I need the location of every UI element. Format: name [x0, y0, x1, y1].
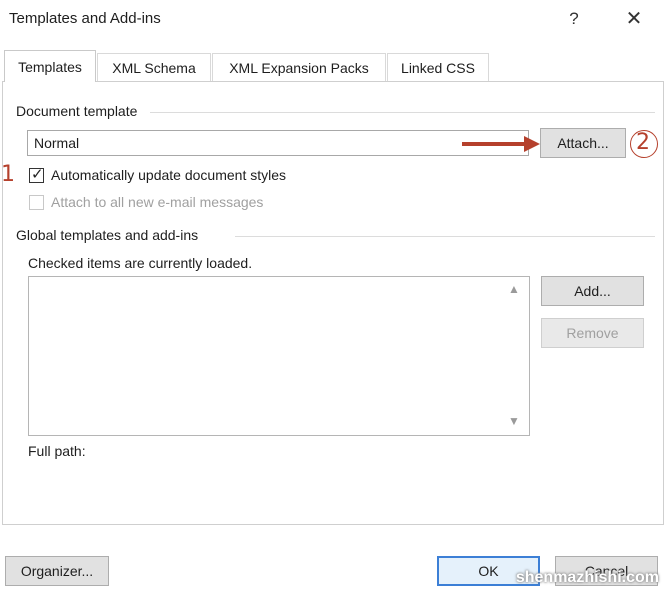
loaded-hint-text: Checked items are currently loaded. — [28, 255, 253, 271]
tab-templates[interactable]: Templates — [4, 50, 96, 82]
remove-button: Remove — [541, 318, 644, 348]
document-template-group-label: Document template — [16, 103, 144, 119]
scroll-down-icon[interactable]: ▼ — [508, 414, 520, 428]
group-divider — [235, 236, 655, 237]
watermark-text: shenmazhishi.com — [515, 569, 659, 586]
attach-button[interactable]: Attach... — [540, 128, 626, 158]
full-path-label: Full path: — [28, 443, 86, 459]
group-divider — [150, 112, 655, 113]
auto-update-checkbox[interactable]: ✓ — [29, 166, 44, 183]
step-1-label: 1 — [1, 162, 15, 187]
global-templates-group-label: Global templates and add-ins — [16, 227, 205, 243]
auto-update-label[interactable]: Automatically update document styles — [51, 167, 286, 183]
add-button[interactable]: Add... — [541, 276, 644, 306]
document-template-input[interactable]: Normal — [27, 130, 529, 156]
step-2-label: 2 — [636, 130, 650, 155]
templates-listbox[interactable] — [28, 276, 530, 436]
scroll-up-icon[interactable]: ▲ — [508, 282, 520, 296]
organizer-button[interactable]: Organizer... — [5, 556, 109, 586]
checkmark-icon: ✓ — [31, 166, 44, 183]
window-title: Templates and Add-ins — [9, 10, 161, 27]
arrow-annotation-icon — [462, 136, 540, 152]
attach-email-checkbox — [29, 195, 44, 210]
tab-xml-expansion-packs[interactable]: XML Expansion Packs — [212, 53, 386, 81]
close-icon[interactable]: ✕ — [620, 6, 648, 32]
attach-email-label: Attach to all new e-mail messages — [51, 194, 264, 210]
tab-linked-css[interactable]: Linked CSS — [387, 53, 489, 81]
help-icon[interactable]: ? — [560, 6, 588, 32]
tab-xml-schema[interactable]: XML Schema — [97, 53, 211, 81]
